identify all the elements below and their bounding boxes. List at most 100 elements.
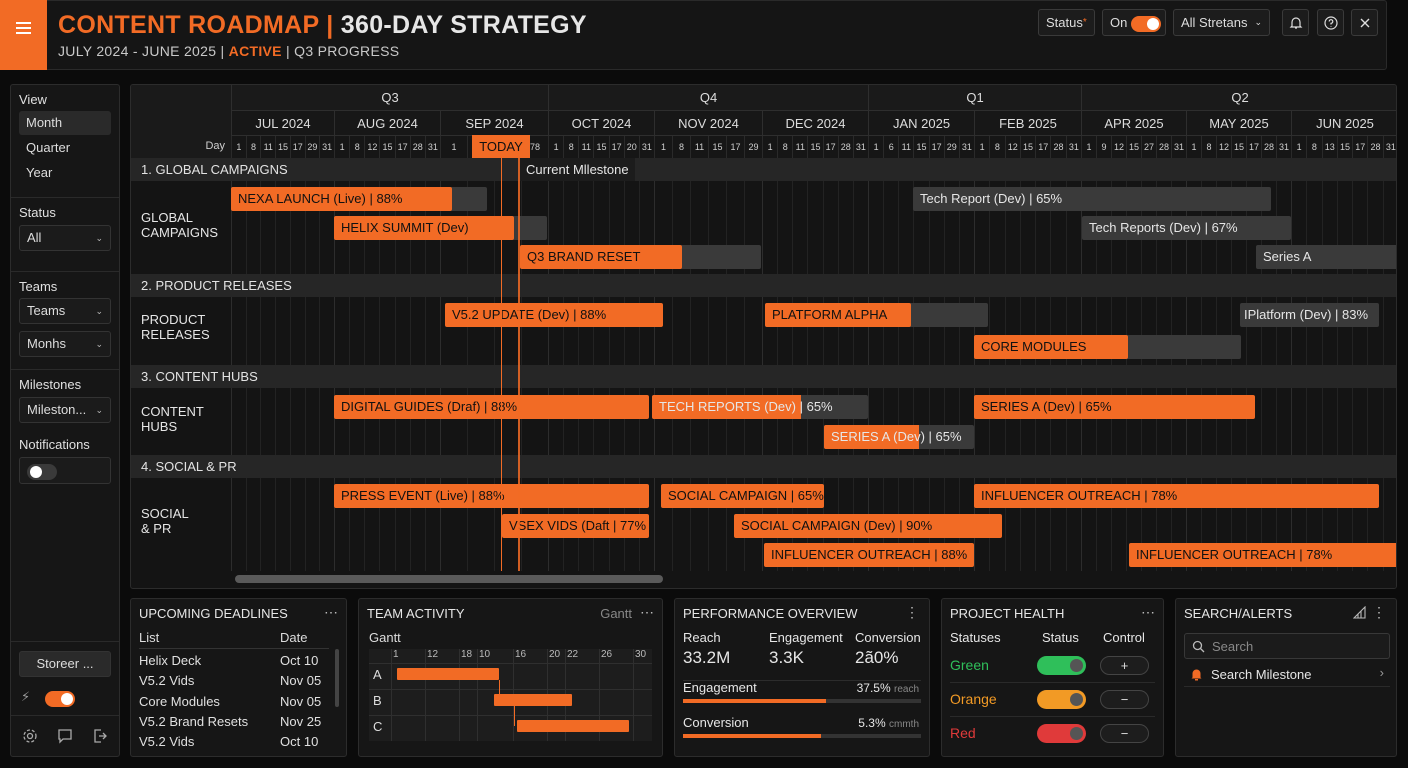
task-bar[interactable]: INFLUENCER OUTREACH | 78% <box>1129 543 1396 567</box>
search-input[interactable]: Search <box>1184 633 1390 659</box>
month-header: JUL 2024 <box>231 110 334 135</box>
notifications-toggle[interactable] <box>27 464 57 481</box>
more-options-icon[interactable]: ⋯ <box>324 604 338 621</box>
section-header-product-releases[interactable]: 2. PRODUCT RELEASES <box>131 274 1396 297</box>
health-status-toggle[interactable] <box>1037 656 1086 675</box>
health-status-name: Red <box>950 725 976 741</box>
status-select-value: All <box>27 230 42 245</box>
task-bar[interactable]: V5.2 UPDATE (Dev) | 88% <box>445 303 663 327</box>
task-bar[interactable]: TECH REPORTS (Dev) | 65% <box>652 395 868 419</box>
more-options-icon[interactable]: ⋯ <box>1141 604 1155 621</box>
deadline-row[interactable]: V5.2 Brand Resets Nov 25 <box>139 713 329 733</box>
task-bar[interactable]: SOCIAL CAMPAIGN (Dev) | 90% <box>734 514 1002 538</box>
signal-icon[interactable] <box>1352 605 1366 622</box>
task-bar[interactable]: Tech Report (Dev) | 65% <box>913 187 1271 211</box>
column-header-control: Control <box>1103 630 1145 645</box>
task-bar[interactable]: HELIX SUMMIT (Dev) <box>334 216 514 240</box>
section-header-social-pr[interactable]: 4. SOCIAL & PR <box>131 455 1396 478</box>
deadline-row[interactable]: Core Modules Nov 05 <box>139 693 329 713</box>
day-tick: 28 <box>1367 136 1382 159</box>
health-status-name: Orange <box>950 691 997 707</box>
bolt-toggle[interactable] <box>45 691 75 707</box>
day-tick: 31 <box>958 136 974 159</box>
health-control-button[interactable]: + <box>1100 656 1149 675</box>
task-bar[interactable]: INFLUENCER OUTREACH | 78% <box>974 484 1379 508</box>
store-button[interactable]: Storeer ... <box>19 651 111 677</box>
task-bar[interactable]: DIGITAL GUIDES (Draf) | 88% <box>334 395 649 419</box>
task-bar[interactable]: Tech Reports (Dev) | 67% <box>1082 216 1291 240</box>
horizontal-scrollbar[interactable] <box>235 575 663 583</box>
more-options-icon[interactable]: ⋯ <box>640 604 654 621</box>
task-bar[interactable]: NEXA LAUNCH (Live) | 88% <box>231 187 452 211</box>
more-vertical-icon[interactable]: ⋮ <box>905 604 919 621</box>
alert-item[interactable]: Search Milestone › <box>1184 663 1390 687</box>
task-bar[interactable]: SOCIAL CAMPAIGN | 65% <box>661 484 824 508</box>
day-tick: 29 <box>304 136 320 159</box>
months-select[interactable]: Monhs ⌄ <box>19 331 111 357</box>
task-bar[interactable]: CORE MODULES <box>974 335 1128 359</box>
bell-icon[interactable] <box>1282 9 1309 36</box>
section-header-global-campaigns[interactable]: 1. GLOBAL CAMPAIGNS <box>131 158 1396 181</box>
vertical-scrollbar[interactable] <box>335 649 339 707</box>
feedback-icon[interactable] <box>57 728 73 747</box>
mini-gantt-row-divider <box>369 663 652 664</box>
health-status-toggle[interactable] <box>1037 724 1086 743</box>
task-bar-label: SERIES A (Dev) | 65% <box>981 399 1112 414</box>
teams-select[interactable]: Teams ⌄ <box>19 298 111 324</box>
notifications-toggle-box <box>19 457 111 484</box>
more-vertical-icon[interactable]: ⋮ <box>1372 604 1386 621</box>
milestones-select[interactable]: Mileston... ⌄ <box>19 397 111 423</box>
task-bar[interactable]: SERIES A (Dev) | 65% <box>824 425 974 449</box>
status-select[interactable]: All ⌄ <box>19 225 111 251</box>
deadline-name: Helix Deck <box>139 653 202 668</box>
help-icon[interactable] <box>1317 9 1344 36</box>
chevron-right-icon: › <box>1379 665 1384 680</box>
health-control-button[interactable]: − <box>1100 724 1149 743</box>
on-toggle[interactable]: On <box>1102 9 1166 36</box>
view-option-month[interactable]: Month <box>19 111 111 135</box>
deadline-row[interactable]: V5.2 Vids Oct 10 <box>139 733 329 753</box>
activity-bar-b[interactable] <box>494 694 572 706</box>
health-control-button[interactable]: − <box>1100 690 1149 709</box>
view-mode-label[interactable]: Gantt <box>600 606 632 621</box>
health-status-toggle[interactable] <box>1037 690 1086 709</box>
status-label: Status <box>19 205 56 220</box>
deadline-row[interactable]: V5.2 Vids Nov 05 <box>139 672 329 692</box>
task-bar[interactable]: VSEX VIDS (Daft | 77% <box>502 514 649 538</box>
status-filter-button[interactable]: Status* <box>1038 9 1095 36</box>
activity-bar-a[interactable] <box>397 668 499 680</box>
subtitle-separator: | <box>286 43 290 59</box>
task-bar[interactable]: PLATFORM ALPHA <box>765 303 911 327</box>
mini-gantt-tick: 20 <box>549 649 561 660</box>
settings-icon[interactable] <box>22 728 38 747</box>
task-bar-label: IPlatform (Dev) | 83% <box>1244 307 1369 322</box>
reach-label: Reach <box>683 630 721 645</box>
group-label-line: CONTENT <box>141 404 204 419</box>
task-bar[interactable]: Series A <box>1256 245 1396 269</box>
task-bar[interactable]: SERIES A (Dev) | 65% <box>974 395 1255 419</box>
day-tick: 15 <box>913 136 928 159</box>
day-tick: 20 <box>623 136 639 159</box>
day-tick: 11 <box>690 136 708 159</box>
task-bar[interactable]: Q3 BRAND RESET <box>520 245 682 269</box>
close-icon[interactable] <box>1351 9 1378 36</box>
conversion-bar-unit: cmmth <box>889 719 919 730</box>
day-tick: 1 <box>974 136 989 159</box>
on-toggle-switch[interactable] <box>1130 15 1161 32</box>
view-option-quarter[interactable]: Quarter <box>19 136 111 160</box>
hamburger-menu-icon[interactable] <box>0 0 47 70</box>
streams-select[interactable]: All Stretans ⌄ <box>1173 9 1270 36</box>
activity-bar-c[interactable] <box>517 720 629 732</box>
logout-icon[interactable] <box>92 728 108 747</box>
task-bar[interactable]: IPlatform (Dev) | 83% <box>1240 303 1379 327</box>
day-tick: 28 <box>1050 136 1065 159</box>
section-header-content-hubs[interactable]: 3. CONTENT HUBS <box>131 365 1396 388</box>
task-bar-label: TECH REPORTS (Dev) | 65% <box>659 399 833 414</box>
group-label-social-pr: SOCIAL & PR <box>141 506 189 536</box>
group-label-line: CAMPAIGNS <box>141 225 219 240</box>
view-option-year[interactable]: Year <box>19 161 111 185</box>
day-label: Day <box>205 140 225 152</box>
deadline-row[interactable]: Helix Deck Oct 10 <box>139 652 329 672</box>
task-bar[interactable]: INFLUENCER OUTREACH | 88% <box>764 543 974 567</box>
task-bar[interactable]: PRESS EVENT (Live) | 88% <box>334 484 649 508</box>
